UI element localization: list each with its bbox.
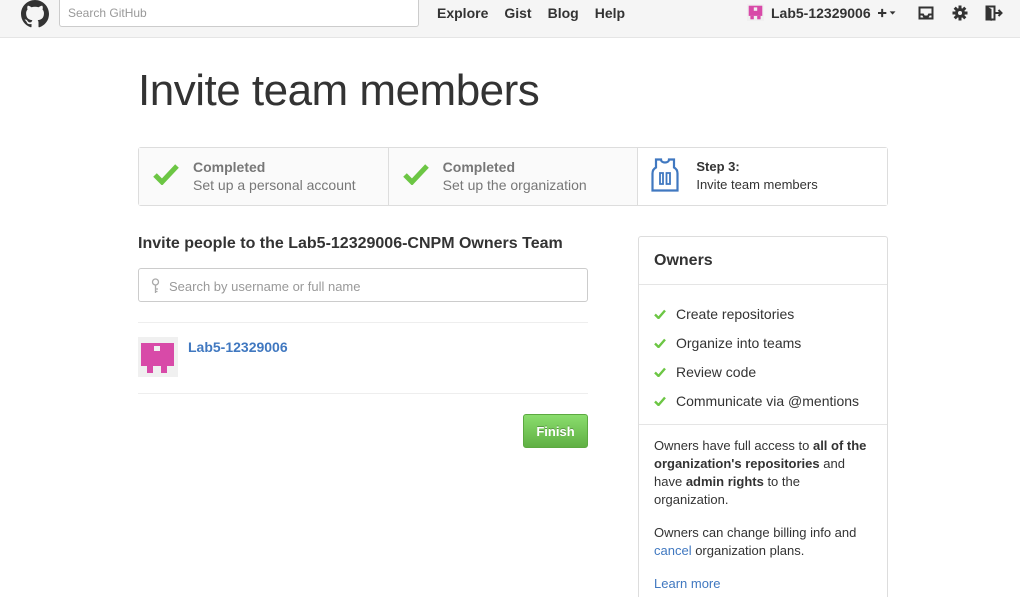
permission-list: Create repositories Organize into teams … [639,285,887,425]
step-label: Invite team members [696,177,818,192]
divider [138,322,588,323]
check-icon [654,338,666,348]
settings-button[interactable] [950,3,970,23]
finish-button[interactable]: Finish [523,414,588,448]
member-name-link[interactable]: Lab5-12329006 [188,339,288,355]
member-search-input[interactable] [169,275,579,297]
text-fragment: organization plans. [691,543,805,558]
key-icon [151,278,160,293]
nav-explore[interactable]: Explore [437,5,488,21]
check-icon [654,367,666,377]
member-search-box[interactable] [138,268,588,302]
nav-gist[interactable]: Gist [504,5,531,21]
text-fragment: Owners can change billing info and [654,525,857,540]
username-label[interactable]: Lab5-12329006 [771,5,871,21]
invite-heading: Invite people to the Lab5-12329006-CNPM … [138,235,563,252]
owners-billing-text: Owners can change billing info and cance… [654,524,872,560]
step-status: Completed [442,159,516,175]
text-fragment: Owners have full access to [654,438,813,453]
step-label: Set up the organization [442,177,587,193]
gear-icon [952,5,968,21]
nav-help[interactable]: Help [595,5,625,21]
inbox-icon [918,6,934,20]
main-nav: Explore Gist Blog Help [437,5,625,21]
user-avatar [747,4,764,21]
divider [138,393,588,394]
learn-more-link[interactable]: Learn more [654,576,720,591]
inbox-button[interactable] [916,3,936,23]
text-bold: admin rights [685,474,764,489]
owners-title: Owners [639,237,887,285]
step-3: Step 3: Invite team members [638,148,888,205]
step-2: Completed Set up the organization [388,148,639,205]
permission-label: Organize into teams [676,334,802,351]
cancel-link[interactable]: cancel [654,543,692,558]
member-avatar [138,337,178,377]
owners-description: Owners have full access to all of the or… [639,425,887,597]
permission-label: Communicate via @mentions [676,392,860,409]
check-icon [654,396,666,406]
sign-out-button[interactable] [984,3,1004,23]
check-icon [402,164,429,185]
step-status: Step 3: [696,159,740,174]
site-search-input[interactable] [59,0,419,27]
permission-item: Review code [654,357,872,386]
sign-out-icon [985,5,1003,21]
github-logo-icon[interactable] [21,0,49,28]
plus-icon [878,8,896,18]
check-icon [654,309,666,319]
step-1: Completed Set up a personal account [139,148,389,205]
user-menu[interactable]: Lab5-12329006 [747,4,871,21]
site-header: Explore Gist Blog Help Lab5-12329006 [0,0,1020,38]
setup-steps: Completed Set up a personal account Comp… [138,147,888,206]
permission-label: Review code [676,363,757,380]
owners-panel: Owners Create repositories Organize into… [638,236,888,597]
jersey-icon [651,158,679,192]
permission-item: Communicate via @mentions [654,386,872,415]
owners-access-text: Owners have full access to all of the or… [654,437,872,509]
permission-item: Organize into teams [654,328,872,357]
permission-item: Create repositories [654,299,872,328]
page-title: Invite team members [138,66,540,115]
permission-label: Create repositories [676,305,795,322]
step-label: Set up a personal account [193,177,356,193]
check-icon [153,164,179,185]
step-status: Completed [193,159,266,175]
create-new-button[interactable] [878,3,898,23]
nav-blog[interactable]: Blog [548,5,579,21]
